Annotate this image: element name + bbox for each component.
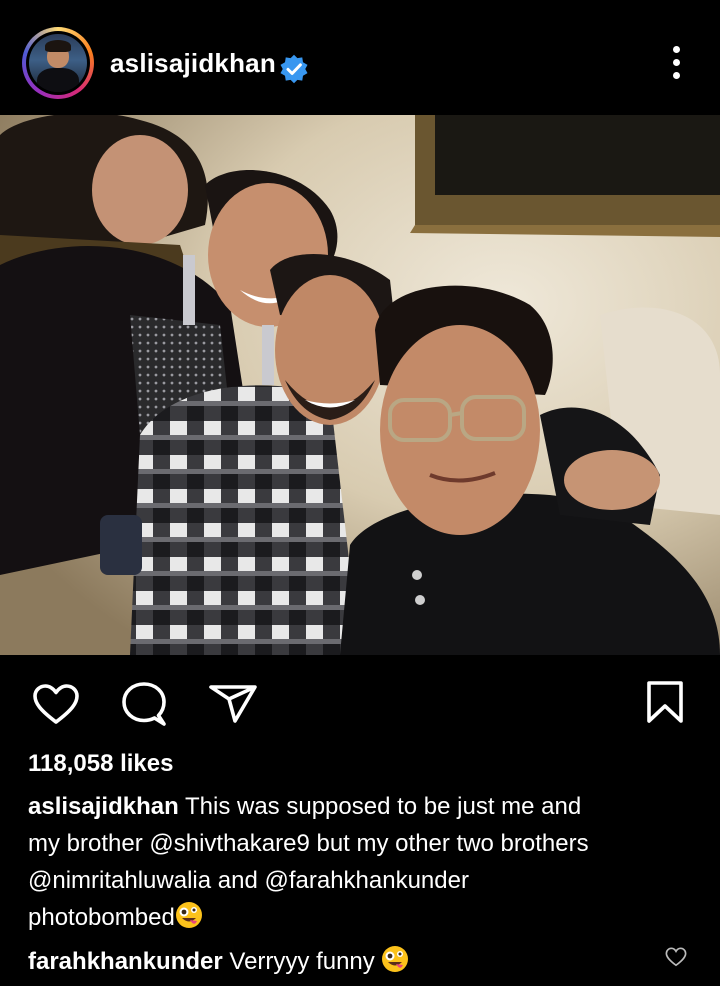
comment-like-heart-icon[interactable] [665,946,687,968]
zany-face-emoji-icon [382,946,409,972]
caption-author[interactable]: aslisajidkhan [28,793,179,820]
picture-frame [410,115,720,237]
post-photo[interactable] [0,115,720,655]
caption-line-3: @nimritahluwalia and @farahkhankunder [28,867,469,894]
comment-text: Verryyy funny [222,948,382,975]
post-caption: aslisajidkhan This was supposed to be ju… [28,788,688,936]
comment-icon[interactable] [120,682,168,728]
post-header: aslisajidkhan [0,0,720,115]
zany-face-emoji-icon [175,902,202,928]
avatar-body [37,68,79,92]
heart-icon[interactable] [32,683,80,725]
more-vertical-icon[interactable] [665,46,687,80]
caption-line-1: This was supposed to be just me and [178,793,582,820]
menu-dot [673,46,680,53]
profile-avatar[interactable] [22,27,94,99]
menu-dot [673,72,680,79]
menu-dot [673,59,680,66]
comment-author[interactable]: farahkhankunder [28,948,223,975]
avatar-image [29,34,87,92]
caption-line-4: photobombed [28,904,175,931]
verified-badge-icon [280,54,308,84]
likes-count[interactable]: 118,058 likes [28,750,173,778]
post-username[interactable]: aslisajidkhan [110,48,276,79]
avatar-hair [45,40,71,52]
bookmark-icon[interactable] [645,680,685,724]
send-icon[interactable] [208,684,258,724]
avatar-border [26,31,90,95]
phone-in-hand [100,515,142,575]
comment-row: farahkhankunder Verryyy funny [28,945,409,976]
photo-illustration [0,115,720,655]
caption-line-2: my brother @shivthakare9 but my other tw… [28,830,589,857]
